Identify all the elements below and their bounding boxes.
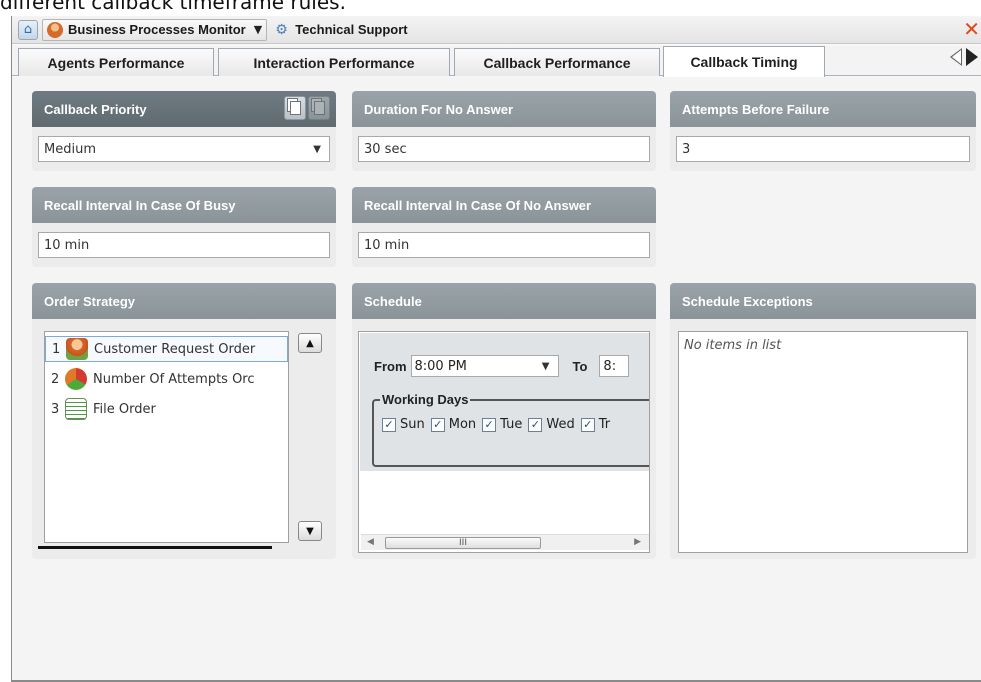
order-strategy-list[interactable]: 1 Customer Request Order 2 Number Of Att…	[44, 331, 289, 543]
panel-header: Callback Priority	[32, 91, 336, 127]
support-label: Technical Support	[295, 22, 408, 37]
app-window: ⌂ Business Processes Monitor ▼ ⚙ Technic…	[11, 16, 981, 682]
recycle-icon	[65, 368, 87, 390]
technical-support-button[interactable]: ⚙ Technical Support	[275, 22, 407, 38]
scroll-right-icon[interactable]: ▶	[634, 537, 641, 547]
copy-icon[interactable]	[284, 96, 306, 120]
file-icon	[65, 398, 87, 420]
working-days-label: Working Days	[380, 392, 471, 407]
schedule-panel: Schedule From 8:00 PM ▼ To 8: Working Da…	[352, 283, 656, 559]
panel-header: Order Strategy	[32, 283, 336, 319]
day-checkbox-sun[interactable]: ✓ Sun	[382, 417, 425, 432]
panel-title: Callback Priority	[44, 101, 147, 117]
tab-callback-timing[interactable]: Callback Timing	[663, 46, 825, 77]
tab-bar: Agents Performance Interaction Performan…	[12, 46, 981, 77]
list-item[interactable]: 3 File Order	[45, 396, 288, 422]
paste-icon[interactable]	[308, 96, 330, 120]
caption-text: different callback timeframe rules.	[0, 0, 346, 14]
panel-title: Recall Interval In Case Of Busy	[44, 197, 236, 213]
panel-title: Duration For No Answer	[364, 101, 514, 117]
working-days-group: Working Days ✓ Sun ✓ Mon ✓ Tue ✓ Wed ✓ Tr	[372, 392, 649, 467]
list-item[interactable]: 2 Number Of Attempts Orc	[45, 366, 288, 392]
tab-interaction-performance[interactable]: Interaction Performance	[218, 48, 450, 76]
scroll-thumb[interactable]: III	[385, 537, 541, 549]
panel-header: Schedule Exceptions	[670, 283, 976, 319]
chevron-down-icon[interactable]: ▼	[254, 23, 262, 36]
panel-header: Schedule	[352, 283, 656, 319]
copy-buttons	[284, 96, 330, 120]
from-label: From	[374, 358, 407, 374]
monitor-label: Business Processes Monitor	[68, 22, 246, 37]
schedule-box: From 8:00 PM ▼ To 8: Working Days ✓ Sun ✓…	[358, 331, 650, 553]
day-checkbox-wed[interactable]: ✓ Wed	[528, 417, 575, 432]
duration-no-answer-panel: Duration For No Answer 30 sec	[352, 91, 656, 171]
callback-priority-panel: Callback Priority Medium ▼	[32, 91, 336, 171]
order-strategy-panel: Order Strategy 1 Customer Request Order …	[32, 283, 336, 559]
panel-title: Recall Interval In Case Of No Answer	[364, 197, 592, 213]
scroll-left-icon[interactable]: ◀	[367, 537, 374, 547]
schedule-editor: From 8:00 PM ▼ To 8: Working Days ✓ Sun ✓…	[360, 333, 649, 471]
schedule-exceptions-panel: Schedule Exceptions No items in list	[670, 283, 976, 559]
tab-scroll-arrows	[950, 48, 978, 66]
main-content: Callback Priority Medium ▼ Duration For …	[12, 77, 981, 680]
chevron-down-icon[interactable]: ▼	[313, 144, 321, 155]
check-icon: ✓	[430, 417, 445, 432]
move-down-button[interactable]: ▼	[298, 521, 322, 541]
check-icon: ✓	[528, 417, 543, 432]
day-checkbox-mon[interactable]: ✓ Mon	[430, 417, 476, 432]
callback-priority-dropdown[interactable]: Medium ▼	[38, 136, 330, 162]
toolbar: ⌂ Business Processes Monitor ▼ ⚙ Technic…	[12, 16, 981, 44]
panel-title: Attempts Before Failure	[682, 101, 830, 117]
recall-no-answer-panel: Recall Interval In Case Of No Answer 10 …	[352, 187, 656, 267]
working-days-row: ✓ Sun ✓ Mon ✓ Tue ✓ Wed ✓ Tr	[382, 417, 616, 432]
panel-header: Attempts Before Failure	[670, 91, 976, 127]
to-time-dropdown[interactable]: 8:	[599, 355, 630, 377]
panel-title: Schedule Exceptions	[682, 293, 813, 309]
panel-header: Duration For No Answer	[352, 91, 656, 127]
from-time-dropdown[interactable]: 8:00 PM ▼	[410, 355, 559, 377]
panel-header: Recall Interval In Case Of Busy	[32, 187, 336, 223]
monitor-selector[interactable]: Business Processes Monitor ▼	[42, 18, 268, 41]
arrow-left-icon[interactable]	[950, 48, 962, 66]
close-icon[interactable]: ✕	[963, 17, 980, 41]
attempts-before-failure-input[interactable]: 3	[676, 136, 970, 162]
recall-busy-panel: Recall Interval In Case Of Busy 10 min	[32, 187, 336, 267]
divider	[38, 546, 272, 549]
tab-callback-performance[interactable]: Callback Performance	[454, 48, 660, 76]
dropdown-value: Medium	[44, 141, 96, 157]
arrow-right-icon[interactable]	[966, 48, 978, 66]
chevron-down-icon[interactable]: ▼	[542, 361, 550, 372]
home-icon[interactable]: ⌂	[18, 19, 38, 40]
check-icon: ✓	[382, 417, 396, 432]
tab-agents-performance[interactable]: Agents Performance	[18, 48, 214, 76]
time-range-row: From 8:00 PM ▼ To 8:	[374, 355, 630, 377]
panel-title: Schedule	[364, 293, 422, 309]
day-checkbox-thu[interactable]: ✓ Tr	[580, 417, 610, 432]
list-item[interactable]: 1 Customer Request Order	[45, 336, 288, 362]
person-icon	[66, 338, 88, 360]
day-checkbox-tue[interactable]: ✓ Tue	[482, 417, 522, 432]
move-up-button[interactable]: ▲	[298, 333, 322, 353]
attempts-before-failure-panel: Attempts Before Failure 3	[670, 91, 976, 171]
gear-icon: ⚙	[275, 21, 288, 38]
horizontal-scrollbar[interactable]: ◀ III ▶	[361, 534, 649, 550]
panel-header: Recall Interval In Case Of No Answer	[352, 187, 656, 223]
check-icon: ✓	[580, 417, 595, 432]
recall-busy-input[interactable]: 10 min	[38, 232, 330, 258]
duration-no-answer-input[interactable]: 30 sec	[358, 136, 650, 162]
chevron-down-icon: ▼	[306, 525, 314, 537]
check-icon: ✓	[482, 417, 497, 432]
panel-title: Order Strategy	[44, 293, 136, 309]
person-icon	[47, 21, 63, 38]
chevron-up-icon: ▲	[306, 337, 314, 349]
recall-no-answer-input[interactable]: 10 min	[358, 232, 650, 258]
schedule-exceptions-list[interactable]: No items in list	[678, 331, 968, 553]
to-label: To	[572, 358, 588, 374]
empty-list-text: No items in list	[684, 338, 782, 353]
